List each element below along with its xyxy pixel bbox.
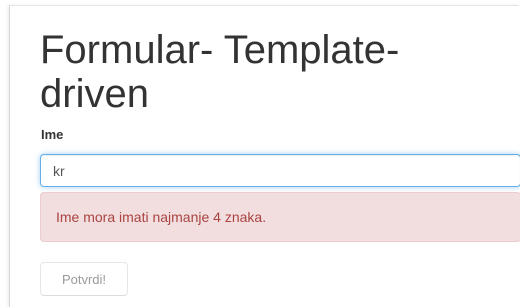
name-field-label: Ime xyxy=(41,127,64,142)
form-panel: Formular- Template-driven Ime Ime mora i… xyxy=(9,5,520,307)
validation-error-alert: Ime mora imati najmanje 4 znaka. xyxy=(40,192,520,242)
submit-button[interactable]: Potvrdi! xyxy=(40,262,128,296)
name-input[interactable] xyxy=(40,154,520,187)
page-title: Formular- Template-driven xyxy=(40,28,400,116)
